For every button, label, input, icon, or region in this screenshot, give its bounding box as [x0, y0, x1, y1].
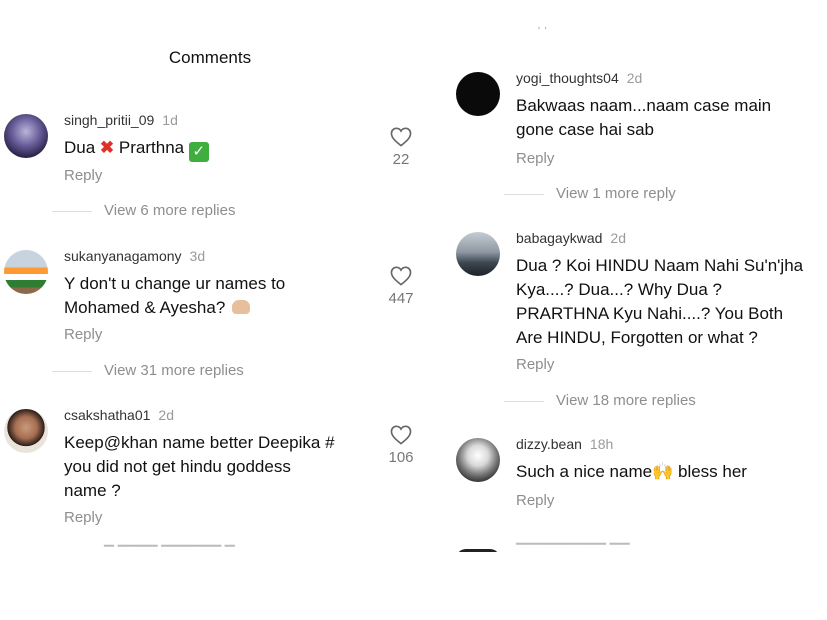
comment-text-part: Such a nice name — [516, 462, 653, 481]
comment-time: 1d — [162, 112, 178, 128]
username-text[interactable]: dizzy.bean — [516, 436, 582, 452]
folded-hands-emoji — [232, 300, 251, 314]
comment-item: sukanyanagamony 3d Y don't u change ur na… — [4, 248, 424, 358]
comment-username[interactable]: dizzy.bean 18h — [516, 436, 613, 452]
comment-time: 2d — [626, 70, 643, 86]
comment-username[interactable]: yogi_thoughts04 2d — [516, 70, 642, 86]
comment-time: 2d — [158, 407, 174, 423]
avatar[interactable] — [456, 232, 500, 276]
comment-text-line: Bakwaas naam...naam case main — [516, 96, 772, 115]
raising-hands-emoji: 🙌 — [652, 462, 674, 481]
check-mark-emoji: ✓ — [188, 142, 209, 162]
like-count: 447 — [388, 290, 414, 307]
comment-text-line: you did not get hindu goddess — [64, 457, 291, 476]
comment-text-part: Prarthna — [118, 138, 185, 157]
avatar[interactable] — [4, 409, 48, 453]
comment-item: yogi_thoughts04 2d Bakwaas naam...naam ca… — [456, 70, 826, 170]
comment-username[interactable]: babagaykwad 2d — [516, 230, 626, 246]
comment-time: 3d — [189, 248, 206, 264]
divider-line — [52, 210, 92, 212]
comment-item: babagaykwad 2d Dua ? Koi HINDU Naam Nahi … — [456, 230, 826, 380]
view-more-replies[interactable]: View 18 more replies — [504, 392, 696, 409]
comment-username[interactable]: csakshatha01 2d — [64, 407, 174, 423]
username-text[interactable]: babagaykwad — [516, 230, 602, 246]
divider-line — [52, 370, 92, 372]
reply-button[interactable]: Reply — [64, 509, 102, 526]
comment-text-line: Mohamed & Ayesha? — [64, 296, 285, 320]
comment-text: Keep@khan name better Deepika # you did … — [64, 431, 335, 503]
comment-item: dizzy.bean 18h Such a nice name🙌 bless he… — [456, 436, 826, 526]
cut-off-row: ▔ ▔▔▔▔ ▔▔▔▔▔▔ ▔ — [104, 545, 235, 552]
avatar[interactable] — [456, 438, 500, 482]
comment-text-part: Dua — [64, 138, 96, 157]
heart-outline-icon — [390, 425, 412, 445]
comment-text: Such a nice name🙌 bless her — [516, 460, 747, 484]
username-text[interactable]: csakshatha01 — [64, 407, 150, 423]
right-comments-panel: ' ' yogi_thoughts04 2d Bakwaas naam...naa… — [438, 0, 827, 552]
view-more-replies[interactable]: View 31 more replies — [52, 362, 244, 379]
divider-line — [504, 193, 544, 195]
like-button[interactable]: 106 — [381, 425, 421, 466]
comment-text-part: bless her — [673, 462, 747, 481]
comment-time: 2d — [610, 230, 626, 246]
comment-username[interactable]: singh_pritii_09 1d — [64, 112, 178, 128]
reply-button[interactable]: Reply — [516, 150, 554, 167]
comment-text-line: Are HINDU, Forgotten or what ? — [516, 328, 758, 347]
view-more-label[interactable]: View 1 more reply — [556, 185, 676, 202]
comment-text-part: Mohamed & Ayesha? — [64, 298, 226, 317]
comment-text-line: Y don't u change ur names to — [64, 274, 286, 293]
comment-text-line: name ? — [64, 481, 121, 500]
cut-off-row: ▔▔▔▔▔▔▔▔▔ ▔▔ — [456, 543, 630, 552]
comment-text-line: Keep@khan name better Deepika # — [64, 433, 335, 452]
comment-text-line: PRARTHNA Kyu Nahi....? You Both — [516, 304, 784, 323]
comment-text: Bakwaas naam...naam case main gone case … — [516, 94, 771, 142]
reply-button[interactable]: Reply — [64, 167, 102, 184]
comment-text: Y don't u change ur names to Mohamed & A… — [64, 272, 285, 320]
view-more-replies[interactable]: View 1 more reply — [504, 185, 676, 202]
view-more-label[interactable]: View 18 more replies — [556, 392, 696, 409]
view-more-replies[interactable]: View 6 more replies — [52, 202, 235, 219]
like-count: 106 — [388, 449, 414, 466]
comment-text-line: gone case hai sab — [516, 120, 654, 139]
reply-button[interactable]: Reply — [64, 326, 102, 343]
comment-text-line: Kya....? Dua...? Why Dua ? — [516, 280, 722, 299]
like-button[interactable]: 447 — [381, 266, 421, 307]
reply-button[interactable]: Reply — [516, 492, 554, 509]
avatar[interactable] — [4, 250, 48, 294]
comment-text: Dua ? Koi HINDU Naam Nahi Su'n'jha Kya..… — [516, 254, 803, 350]
avatar[interactable] — [4, 114, 48, 158]
cut-off-top: ' ' — [538, 26, 548, 37]
like-button[interactable]: 22 — [381, 127, 421, 168]
avatar[interactable] — [456, 72, 500, 116]
heart-outline-icon — [390, 266, 412, 286]
username-text[interactable]: singh_pritii_09 — [64, 112, 154, 128]
left-comments-panel: Comments singh_pritii_09 1d Dua ✖ Prarthn… — [0, 0, 428, 552]
comments-title: Comments — [168, 48, 252, 67]
view-more-label[interactable]: View 6 more replies — [104, 202, 235, 219]
reply-button[interactable]: Reply — [516, 356, 554, 373]
username-text[interactable]: yogi_thoughts04 — [516, 70, 619, 86]
username-text[interactable]: sukanyanagamony — [64, 248, 182, 264]
cross-mark-emoji: ✖ — [99, 138, 115, 157]
comment-item: csakshatha01 2d Keep@khan name better Dee… — [4, 407, 424, 532]
divider-line — [504, 400, 544, 402]
view-more-label[interactable]: View 31 more replies — [104, 362, 244, 379]
comment-text-line: Dua ? Koi HINDU Naam Nahi Su'n'jha — [516, 256, 804, 275]
heart-outline-icon — [390, 127, 412, 147]
comment-username[interactable]: sukanyanagamony 3d — [64, 248, 205, 264]
comment-time: 18h — [589, 436, 614, 452]
like-count: 22 — [392, 151, 410, 168]
comment-text: Dua ✖ Prarthna ✓ — [64, 136, 209, 162]
